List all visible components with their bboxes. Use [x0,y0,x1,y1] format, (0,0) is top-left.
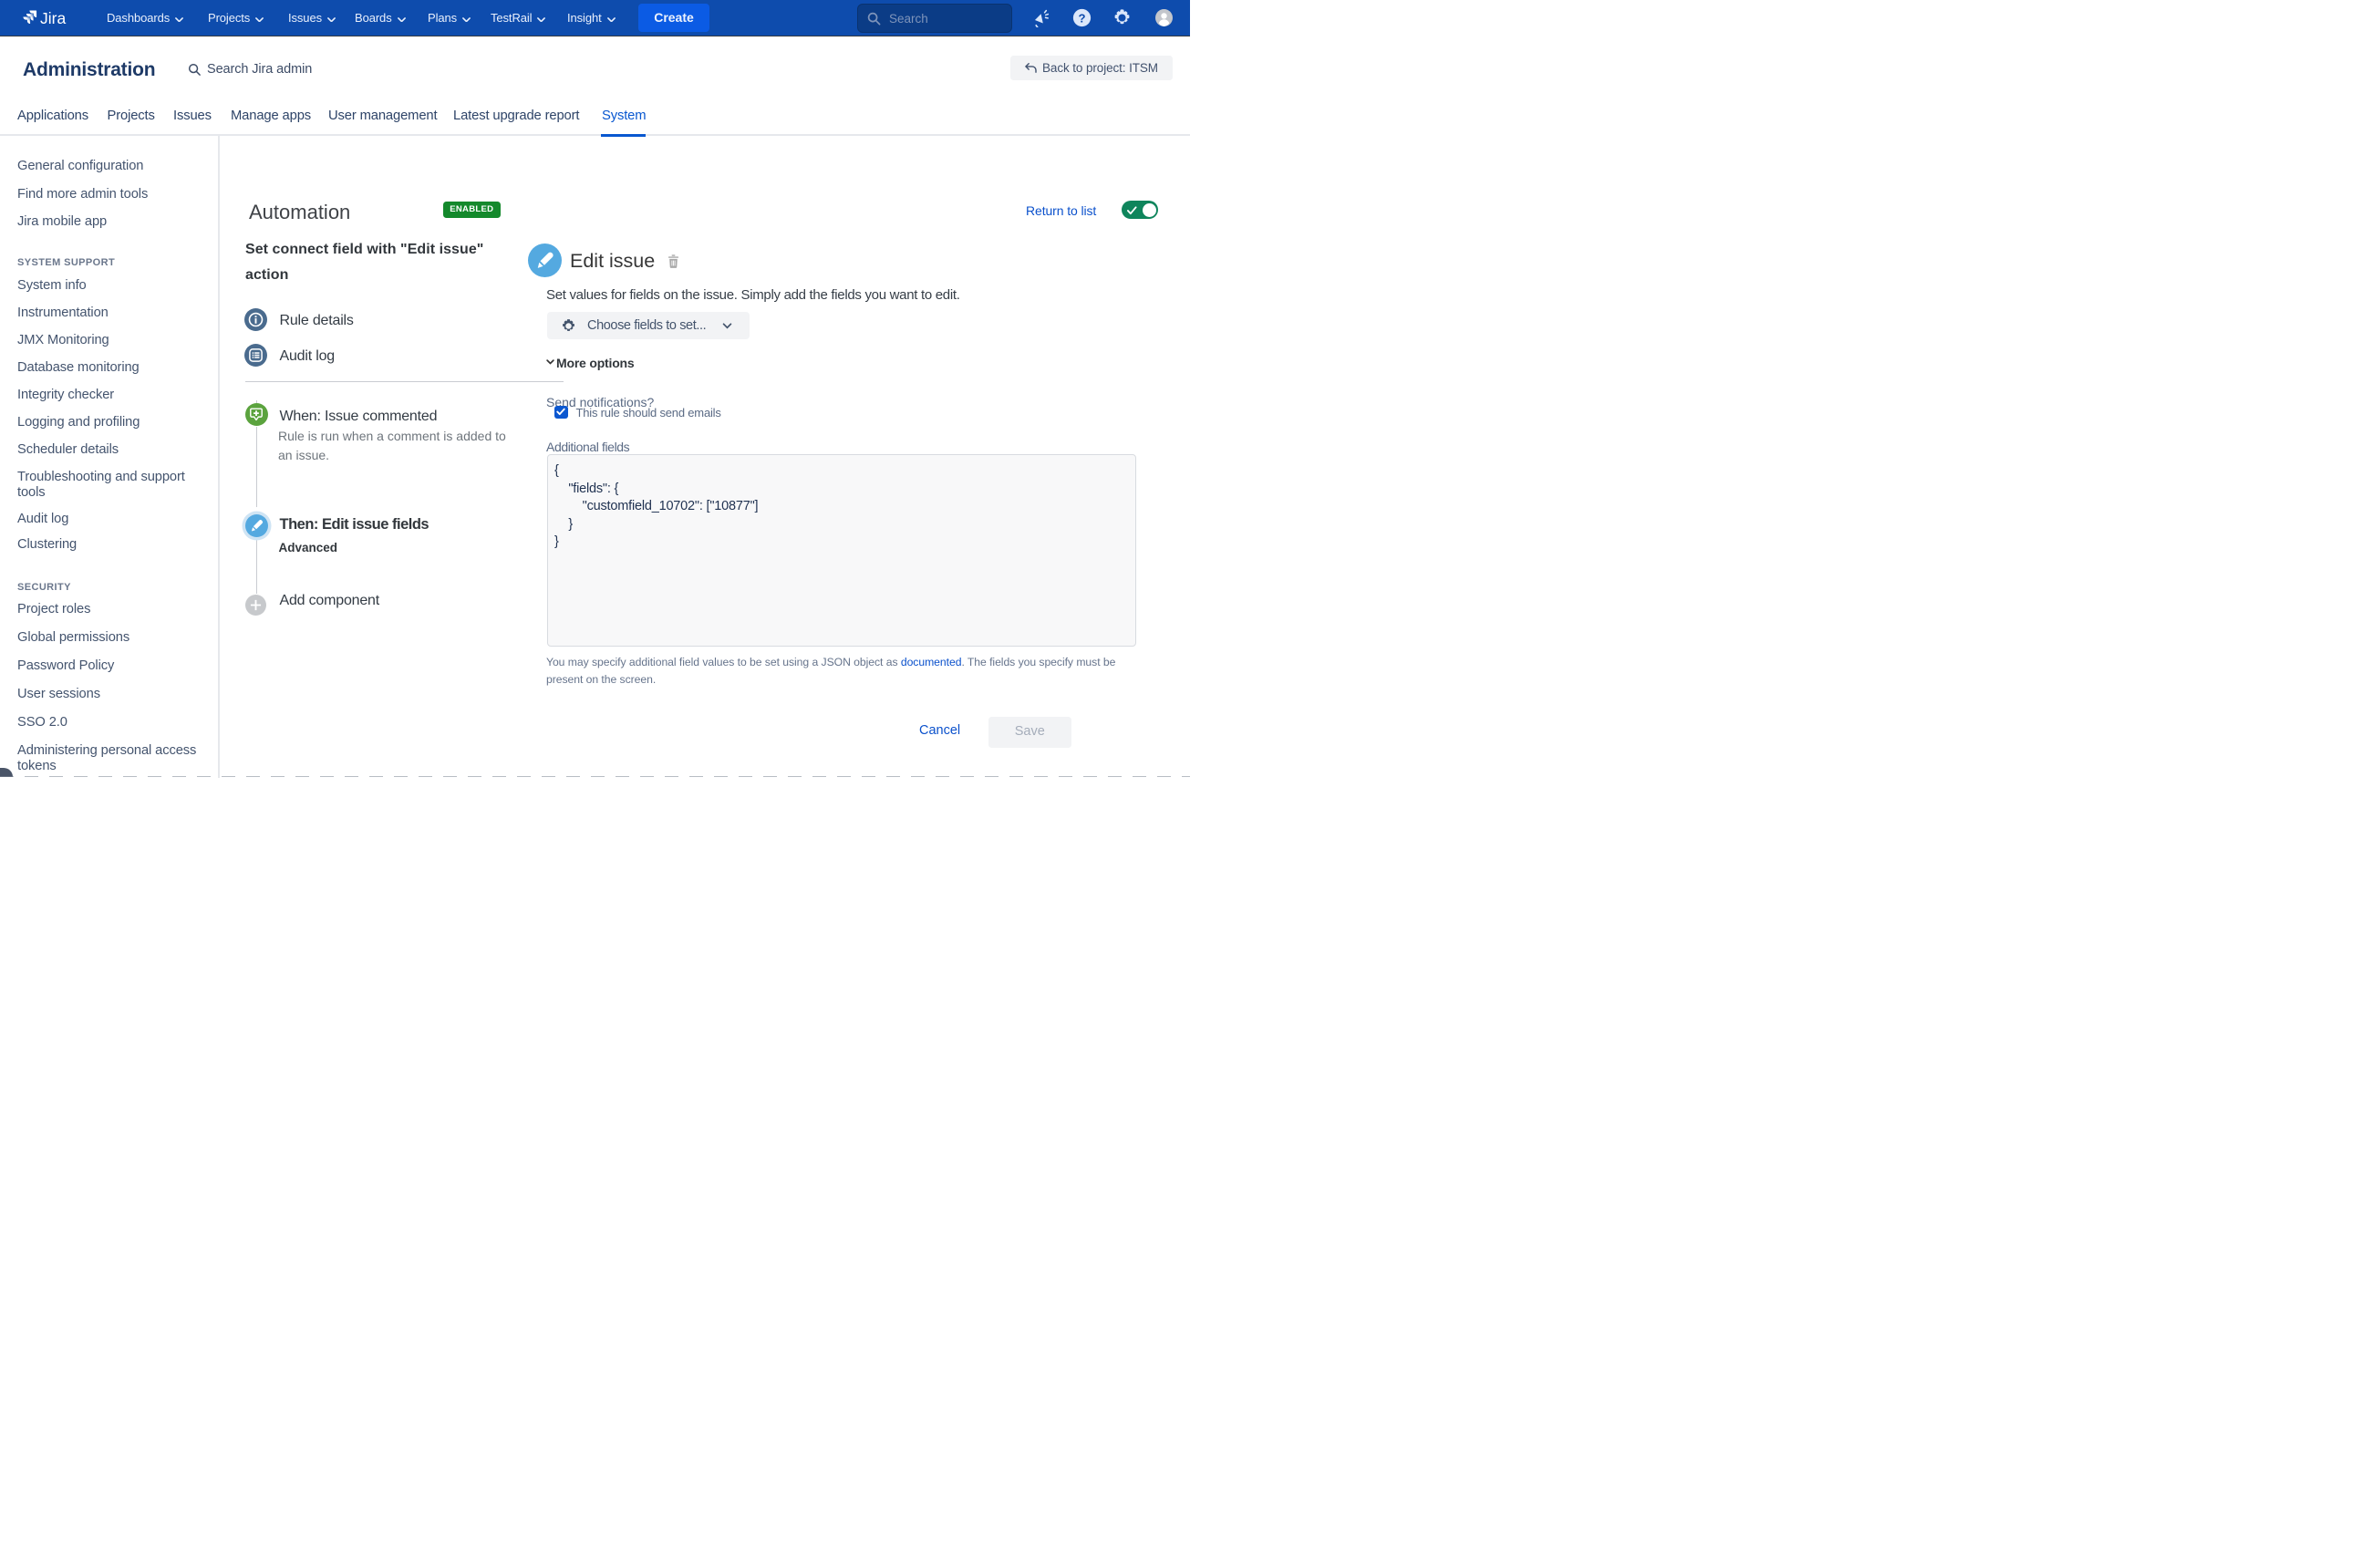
svg-text:?: ? [1078,11,1085,25]
